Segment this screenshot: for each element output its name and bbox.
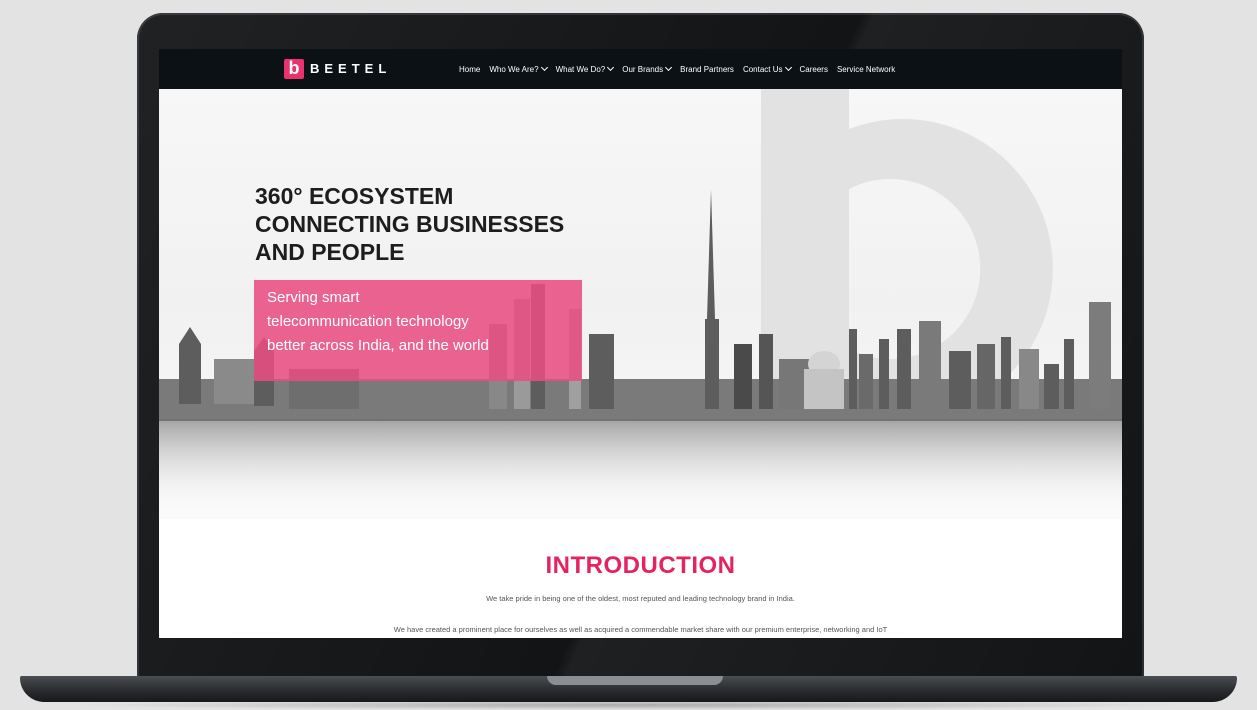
nav-item-our-brands[interactable]: Our Brands xyxy=(622,63,673,74)
nav-item-who-we-are[interactable]: Who We Are? xyxy=(489,63,548,74)
nav-item-brand-partners[interactable]: Brand Partners xyxy=(680,65,734,74)
nav-item-service-network[interactable]: Service Network xyxy=(837,65,895,74)
hero-tagline-box: Serving smart telecommunication technolo… xyxy=(254,280,582,381)
hero-headline-line: 360° ECOSYSTEM xyxy=(255,183,454,209)
nav-item-contact-us[interactable]: Contact Us xyxy=(743,63,792,74)
brand-name[interactable]: BEETEL xyxy=(310,61,391,76)
chevron-down-icon xyxy=(540,63,548,72)
hero-tagline-line: telecommunication technology xyxy=(267,313,469,330)
chevron-down-icon xyxy=(607,63,615,72)
laptop-screen: b BEETEL Home Who We Are? What We Do? Ou… xyxy=(159,49,1122,638)
hero-headline-line: AND PEOPLE xyxy=(255,239,405,265)
nav-item-careers[interactable]: Careers xyxy=(800,65,828,74)
hero-tagline-line: Serving smart xyxy=(267,289,360,306)
laptop-notch xyxy=(547,676,723,685)
chevron-down-icon xyxy=(784,63,792,72)
top-navbar: b BEETEL Home Who We Are? What We Do? Ou… xyxy=(159,49,1122,89)
hero-banner: 360° ECOSYSTEM CONNECTING BUSINESSES AND… xyxy=(159,89,1122,519)
nav-item-home[interactable]: Home xyxy=(459,65,480,74)
hero-tagline-line: better across India, and the world xyxy=(267,337,489,354)
introduction-paragraph: We take pride in being one of the oldest… xyxy=(486,594,795,603)
hero-headline-line: CONNECTING BUSINESSES xyxy=(255,211,565,237)
introduction-paragraph: We have created a prominent place for ou… xyxy=(393,625,888,634)
introduction-heading: INTRODUCTION xyxy=(545,552,736,579)
main-nav: Home Who We Are? What We Do? Our Brands … xyxy=(459,49,895,89)
nav-item-what-we-do[interactable]: What We Do? xyxy=(556,63,615,74)
brand-logo-icon[interactable]: b xyxy=(284,59,304,79)
hero-headline: 360° ECOSYSTEM CONNECTING BUSINESSES AND… xyxy=(255,182,564,266)
chevron-down-icon xyxy=(665,63,673,72)
